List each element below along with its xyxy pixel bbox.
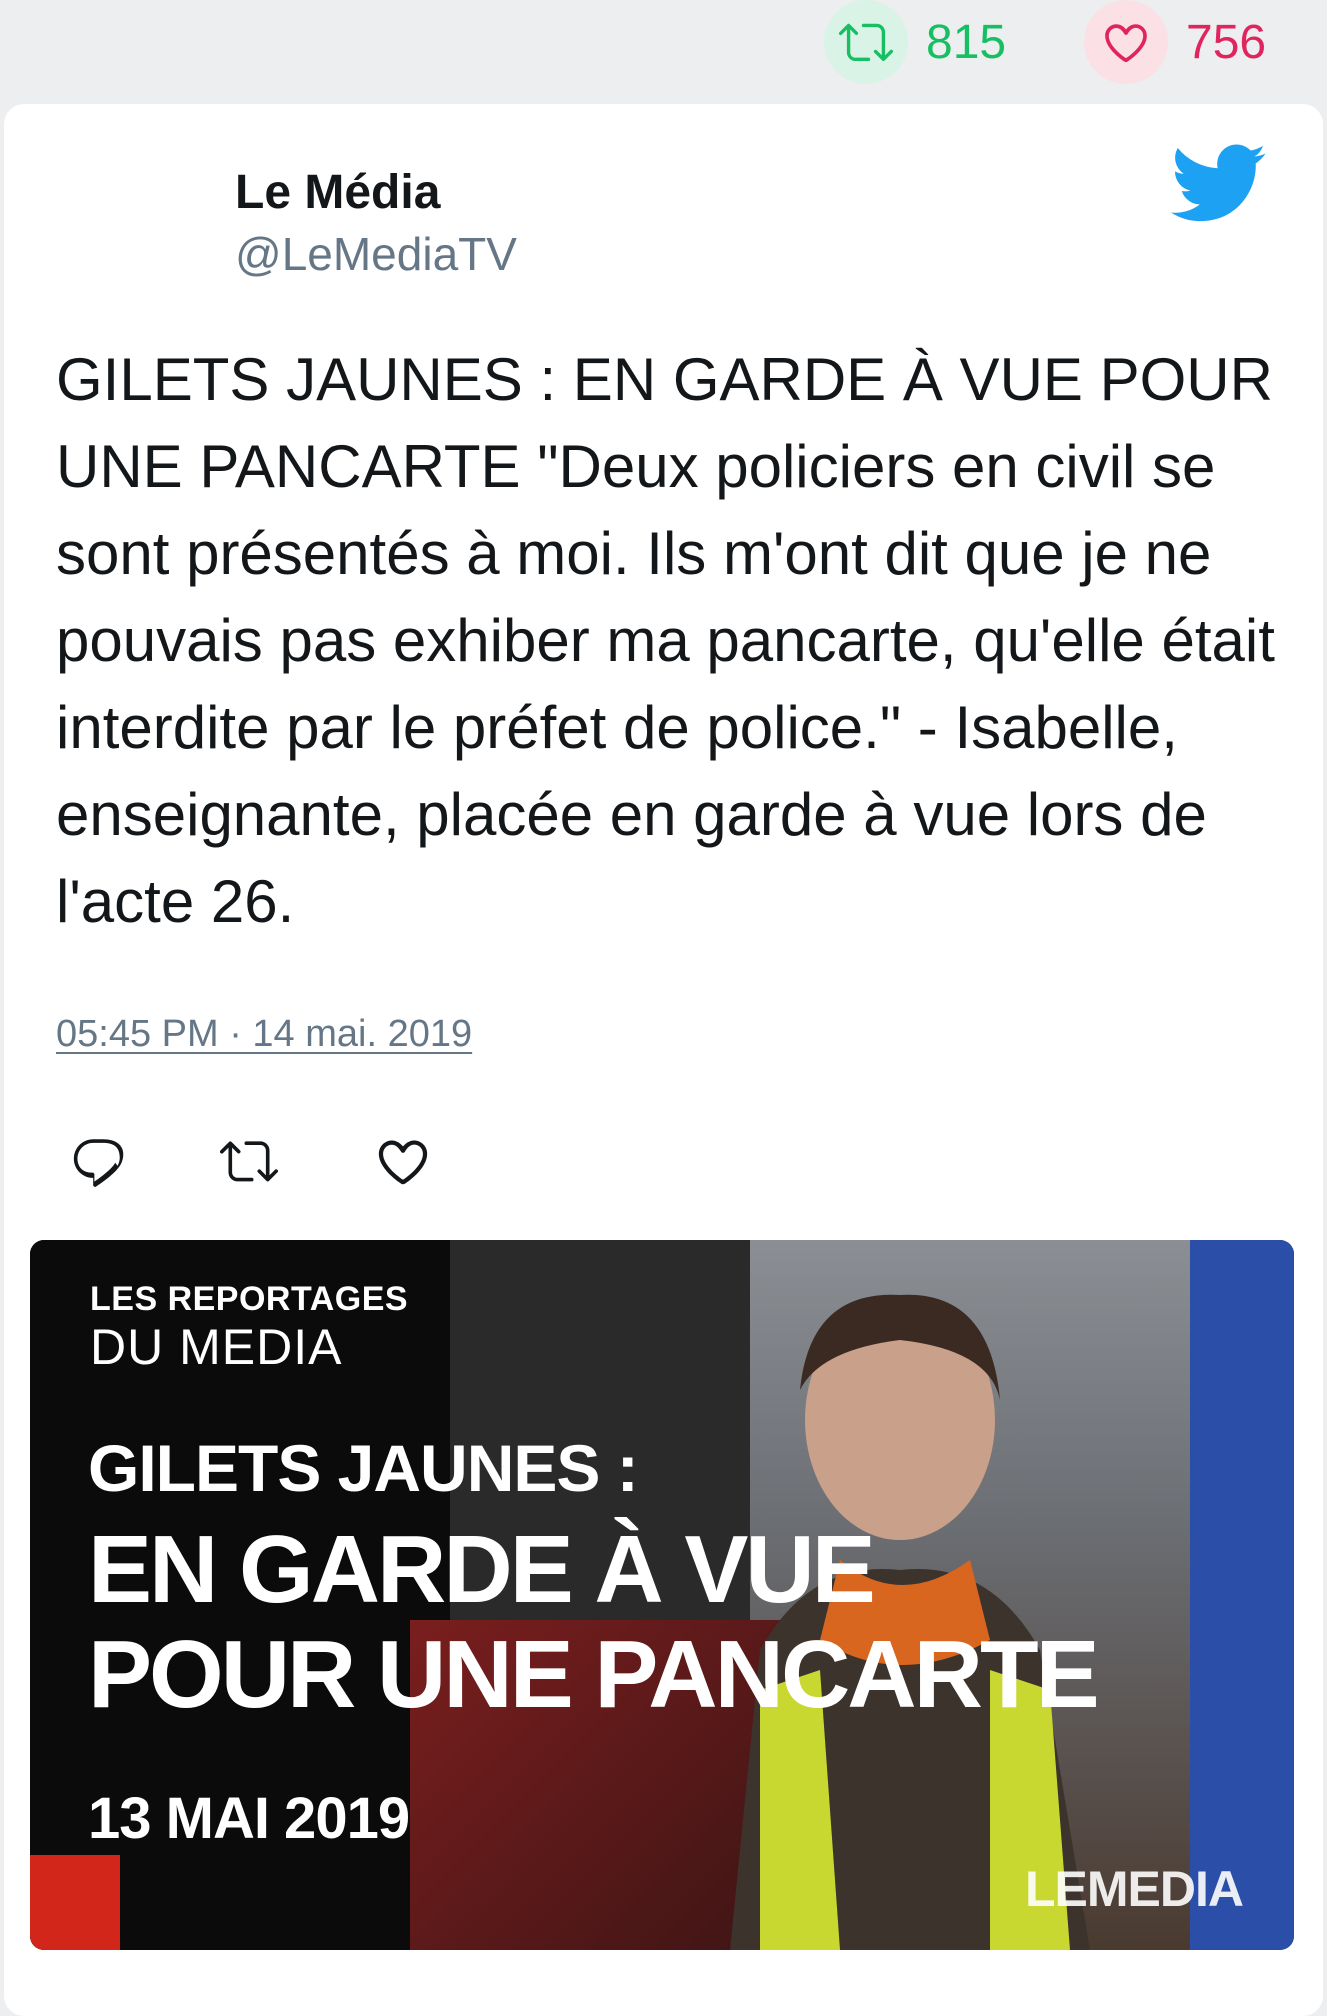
video-thumbnail[interactable]: LES REPORTAGES DU MEDIA GILETS JAUNES : … [30,1240,1294,1950]
retweet-count: 815 [926,15,1007,69]
retweet-stat[interactable]: 815 [824,0,1006,84]
heart-icon[interactable] [374,1132,432,1190]
heart-icon [1084,0,1168,84]
retweet-icon[interactable] [220,1132,278,1190]
tweet-timestamp[interactable]: 05:45 PM · 14 mai. 2019 [56,1013,472,1056]
tweet-text: GILETS JAUNES : EN GARDE À VUE POUR UNE … [56,346,1275,935]
twitter-bird-icon[interactable] [1171,144,1267,224]
thumbnail-brand-logo: LEMEDIA [1025,1861,1244,1917]
thumbnail-headline-2: POUR UNE PANCARTE [88,1621,1100,1728]
tweet-stats-bar: 815 756 [0,0,1327,100]
like-count: 756 [1186,15,1267,69]
thumbnail-series-line1: LES REPORTAGES [90,1280,409,1318]
thumbnail-headline-1: EN GARDE À VUE [88,1516,876,1623]
retweet-icon [824,0,908,84]
thumbnail-blue-door [1190,1240,1294,1950]
like-stat[interactable]: 756 [1084,0,1266,84]
author-name[interactable]: Le Média [235,165,440,220]
thumbnail-red-corner [30,1855,120,1950]
thumbnail-date: 13 MAI 2019 [88,1786,410,1851]
tweet-actions [4,1124,604,1194]
thumbnail-headline-top: GILETS JAUNES : [88,1431,639,1505]
author-handle[interactable]: @LeMediaTV [235,227,517,281]
tweet-card[interactable]: Le Média @LeMediaTV GILETS JAUNES : EN G… [4,104,1323,2016]
reply-icon[interactable] [69,1132,127,1190]
thumbnail-series-line2: DU MEDIA [90,1319,343,1375]
